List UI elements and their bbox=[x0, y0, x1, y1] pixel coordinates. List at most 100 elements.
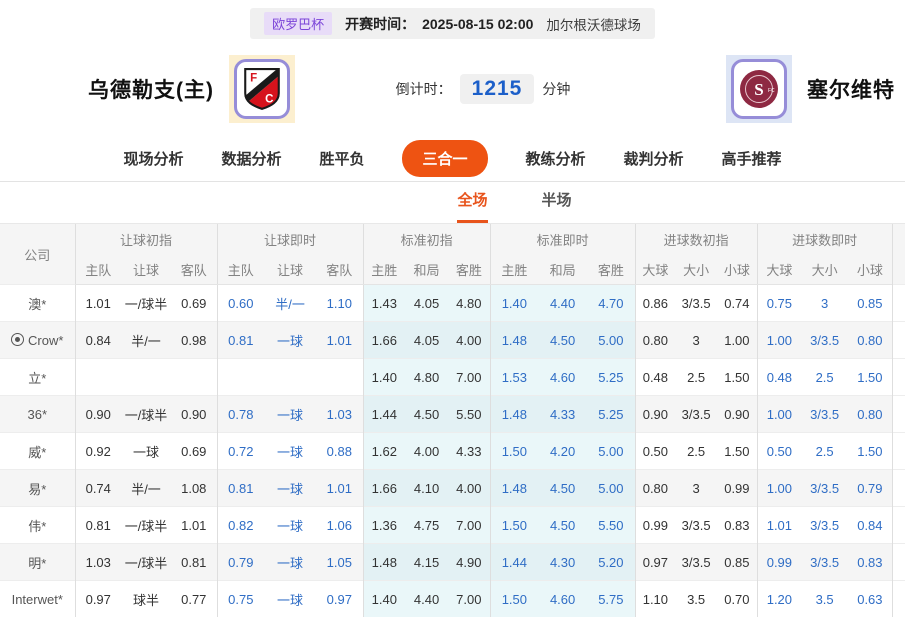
table-row: Interwet*0.97球半0.770.75一球0.971.404.407.0… bbox=[0, 581, 905, 617]
odds-cell: 0.48 bbox=[757, 359, 801, 396]
odds-cell: 4.00 bbox=[448, 470, 490, 507]
odds-cell: 1.50 bbox=[717, 433, 757, 470]
countdown-value-box: 1215 bbox=[460, 74, 535, 104]
group-header-标准即时: 标准即时 bbox=[490, 224, 635, 254]
odds-cell: 0.85 bbox=[717, 544, 757, 581]
subtab-全场[interactable]: 全场 bbox=[457, 182, 487, 223]
odds-cell: 0.90 bbox=[717, 396, 757, 433]
odds-cell: 3/3.5 bbox=[801, 507, 848, 544]
column-header: 客胜 bbox=[587, 254, 635, 285]
odds-cell: 4.50 bbox=[538, 470, 587, 507]
column-header: 主胜 bbox=[363, 254, 405, 285]
column-header: 客队 bbox=[171, 254, 217, 285]
odds-cell: 0.69 bbox=[171, 433, 217, 470]
odds-cell: 一球 bbox=[264, 507, 316, 544]
odds-cell: 4.75 bbox=[405, 507, 448, 544]
row-right-gutter bbox=[892, 359, 905, 396]
kickoff-time: 2025-08-15 02:00 bbox=[422, 16, 533, 32]
odds-cell: 0.80 bbox=[635, 322, 675, 359]
odds-cell: 0.97 bbox=[75, 581, 121, 617]
odds-cell: 1.01 bbox=[316, 322, 363, 359]
odds-cell: 3/3.5 bbox=[801, 396, 848, 433]
odds-cell: 0.70 bbox=[717, 581, 757, 617]
odds-cell: 1.50 bbox=[490, 507, 538, 544]
nav-tab-裁判分析[interactable]: 裁判分析 bbox=[624, 148, 684, 169]
odds-cell bbox=[121, 359, 171, 396]
row-right-gutter bbox=[892, 507, 905, 544]
table-row: 易*0.74半/一1.080.81一球1.011.664.104.001.484… bbox=[0, 470, 905, 507]
odds-cell: 0.81 bbox=[217, 322, 264, 359]
odds-cell: 5.50 bbox=[587, 507, 635, 544]
away-team: S FC 塞尔维特 bbox=[726, 55, 895, 123]
odds-cell: 0.85 bbox=[848, 285, 892, 322]
odds-cell: 1.48 bbox=[490, 322, 538, 359]
table-right-gutter bbox=[892, 224, 905, 285]
odds-cell: 5.00 bbox=[587, 470, 635, 507]
odds-cell: 4.60 bbox=[538, 581, 587, 617]
odds-cell bbox=[75, 359, 121, 396]
odds-cell: 0.74 bbox=[75, 470, 121, 507]
odds-cell: 一/球半 bbox=[121, 285, 171, 322]
odds-cell: 1.48 bbox=[490, 470, 538, 507]
odds-cell: 0.90 bbox=[171, 396, 217, 433]
odds-cell: 0.48 bbox=[635, 359, 675, 396]
away-team-logo: S FC bbox=[726, 55, 792, 123]
row-right-gutter bbox=[892, 433, 905, 470]
page: 欧罗巴杯 开赛时间： 2025-08-15 02:00 加尔根沃德球场 乌德勒支… bbox=[0, 0, 905, 617]
odds-cell: 0.97 bbox=[635, 544, 675, 581]
nav-tab-胜平负[interactable]: 胜平负 bbox=[319, 148, 364, 169]
analysis-nav: 现场分析 数据分析 胜平负 三合一 教练分析 裁判分析 高手推荐 bbox=[0, 135, 905, 182]
odds-cell: 0.79 bbox=[217, 544, 264, 581]
odds-cell: 3/3.5 bbox=[801, 470, 848, 507]
utrecht-shield-icon: F C bbox=[242, 67, 282, 111]
odds-cell: 1.01 bbox=[75, 285, 121, 322]
odds-cell: 0.92 bbox=[75, 433, 121, 470]
odds-cell: 4.05 bbox=[405, 322, 448, 359]
home-logo-frame: F C bbox=[234, 59, 290, 119]
odds-cell: 0.69 bbox=[171, 285, 217, 322]
odds-cell: 1.44 bbox=[490, 544, 538, 581]
odds-cell: 1.03 bbox=[316, 396, 363, 433]
odds-cell: 1.48 bbox=[490, 396, 538, 433]
odds-cell: 4.70 bbox=[587, 285, 635, 322]
odds-cell: 4.33 bbox=[448, 433, 490, 470]
league-badge: 欧罗巴杯 bbox=[264, 12, 332, 35]
column-header: 和局 bbox=[538, 254, 587, 285]
nav-tab-现场分析[interactable]: 现场分析 bbox=[123, 148, 183, 169]
odds-cell: 一球 bbox=[264, 581, 316, 617]
home-team-name: 乌德勒支(主) bbox=[88, 74, 214, 104]
odds-cell: 一球 bbox=[264, 433, 316, 470]
odds-cell: 4.60 bbox=[538, 359, 587, 396]
odds-cell: 2.5 bbox=[801, 433, 848, 470]
nav-tab-三合一[interactable]: 三合一 bbox=[402, 140, 487, 177]
odds-cell: 0.84 bbox=[75, 322, 121, 359]
odds-cell: 3.5 bbox=[675, 581, 717, 617]
odds-cell: 1.20 bbox=[757, 581, 801, 617]
odds-cell: 4.20 bbox=[538, 433, 587, 470]
nav-tab-数据分析[interactable]: 数据分析 bbox=[221, 148, 281, 169]
match-info-bar: 欧罗巴杯 开赛时间： 2025-08-15 02:00 加尔根沃德球场 bbox=[0, 0, 905, 39]
odds-cell: 2.5 bbox=[675, 433, 717, 470]
nav-tab-教练分析[interactable]: 教练分析 bbox=[526, 148, 586, 169]
odds-cell: 3/3.5 bbox=[801, 544, 848, 581]
svg-text:S: S bbox=[754, 80, 763, 99]
odds-cell: 3/3.5 bbox=[801, 322, 848, 359]
column-header: 主胜 bbox=[490, 254, 538, 285]
odds-cell: 1.50 bbox=[490, 581, 538, 617]
odds-cell: 4.40 bbox=[405, 581, 448, 617]
odds-cell: 5.25 bbox=[587, 359, 635, 396]
company-cell: 澳* bbox=[0, 285, 75, 322]
company-cell: 立* bbox=[0, 359, 75, 396]
odds-cell: 3 bbox=[801, 285, 848, 322]
odds-cell: 1.01 bbox=[171, 507, 217, 544]
odds-cell: 1.50 bbox=[717, 359, 757, 396]
odds-cell: 一球 bbox=[264, 396, 316, 433]
odds-cell: 0.80 bbox=[848, 322, 892, 359]
odds-cell: 1.48 bbox=[363, 544, 405, 581]
column-header: 大小 bbox=[801, 254, 848, 285]
company-bullseye-icon bbox=[11, 333, 24, 346]
odds-cell: 4.00 bbox=[448, 322, 490, 359]
subtab-半场[interactable]: 半场 bbox=[542, 182, 572, 223]
odds-cell: 3/3.5 bbox=[675, 396, 717, 433]
nav-tab-高手推荐[interactable]: 高手推荐 bbox=[722, 148, 782, 169]
